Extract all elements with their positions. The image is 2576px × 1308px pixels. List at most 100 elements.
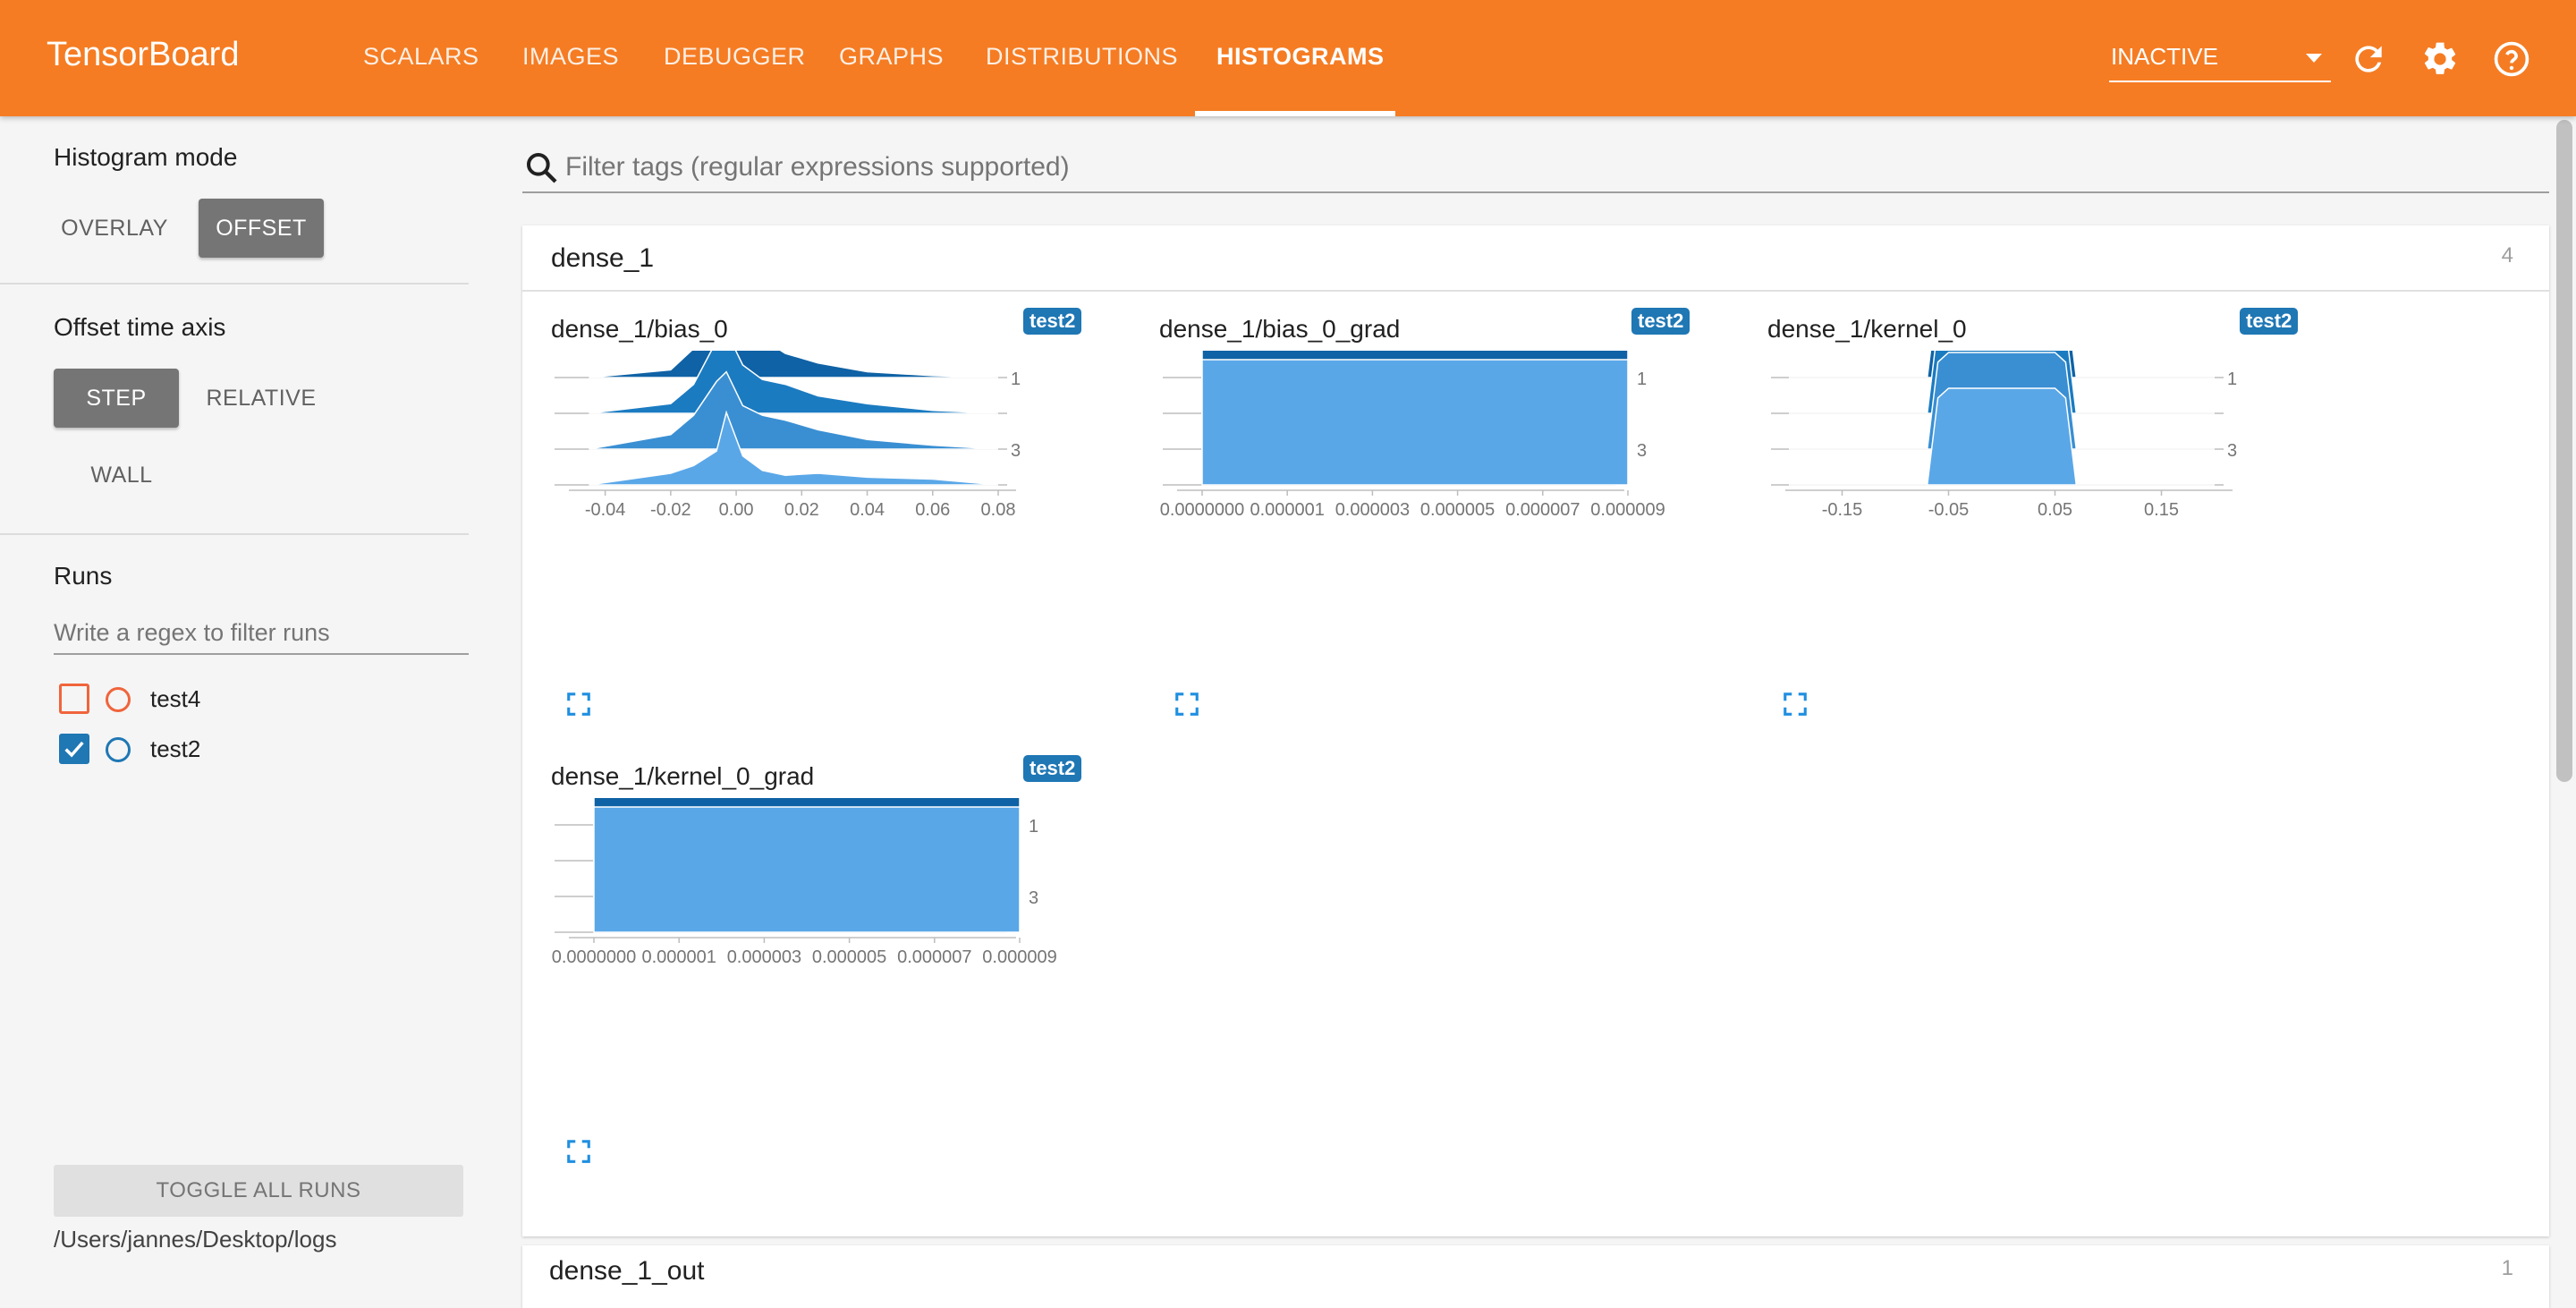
axis-relative-button[interactable]: RELATIVE — [195, 369, 327, 428]
x-tick-label: 0.0000000 — [1160, 500, 1245, 520]
axis-step-button[interactable]: STEP — [54, 369, 179, 428]
run-badge: test2 — [1631, 308, 1690, 335]
run-badge: test2 — [1023, 308, 1082, 335]
fullscreen-expand-icon[interactable] — [565, 691, 592, 718]
step-tick-label: 3 — [1011, 441, 1021, 461]
tab-scalars[interactable]: SCALARS — [363, 43, 479, 71]
x-tick-label: -0.15 — [1822, 500, 1863, 520]
search-icon — [527, 153, 557, 183]
x-tick-label: 0.000001 — [1250, 500, 1324, 520]
x-tick-label: 0.000003 — [727, 947, 801, 967]
help-icon[interactable] — [2492, 39, 2531, 79]
fullscreen-expand-icon[interactable] — [1174, 691, 1200, 718]
histogram-card: dense_1/bias_0_grad test2 0.0000000 0.000… — [1131, 308, 1690, 762]
x-tick-label: -0.04 — [585, 500, 626, 520]
x-tick-label: 0.08 — [981, 500, 1016, 520]
run-name: test4 — [150, 685, 201, 712]
x-tick-label: 0.0000000 — [552, 947, 637, 967]
histogram-chart: -0.15 -0.05 0.05 0.15 1 3 — [1771, 351, 2237, 520]
step-tick-label: 1 — [2227, 369, 2237, 389]
active-tab-indicator — [1195, 111, 1395, 116]
checkmark-icon — [64, 741, 84, 758]
x-tick-label: 0.000009 — [1590, 500, 1665, 520]
tab-distributions[interactable]: DISTRIBUTIONS — [986, 43, 1178, 71]
sidebar-divider — [0, 533, 469, 535]
step-tick-label: 1 — [1637, 369, 1647, 389]
axis-wall-button[interactable]: WALL — [59, 446, 184, 505]
run-badge: test2 — [1023, 755, 1082, 782]
x-tick-label: 0.000007 — [1505, 500, 1580, 520]
offset-time-axis-label: Offset time axis — [54, 313, 226, 341]
run-badge: test2 — [2240, 308, 2299, 335]
histogram-card-title: dense_1/bias_0_grad — [1159, 315, 1401, 343]
histogram-chart: 0.0000000 0.000001 0.000003 0.000005 0.00000… — [552, 798, 1057, 967]
histogram-mode-label: Histogram mode — [54, 143, 238, 171]
tag-group-count: 4 — [2501, 243, 2513, 268]
runs-label: Runs — [54, 562, 113, 590]
refresh-icon[interactable] — [2349, 39, 2388, 79]
step-tick-label: 1 — [1029, 817, 1038, 837]
x-tick-label: 0.04 — [850, 500, 885, 520]
sidebar: Histogram mode OVERLAY OFFSET Offset tim… — [0, 116, 501, 1294]
tag-group-header[interactable]: dense_1 4 — [522, 225, 2549, 292]
histogram-card: dense_1/kernel_0_grad test2 0.0000000 0.0… — [522, 755, 1082, 1210]
run-status-value: INACTIVE — [2111, 43, 2218, 70]
mode-offset-button[interactable]: OFFSET — [199, 199, 324, 258]
histogram-card-title: dense_1/kernel_0 — [1767, 315, 1967, 343]
mode-overlay-button[interactable]: OVERLAY — [50, 199, 179, 258]
x-tick-label: 0.000005 — [812, 947, 886, 967]
histogram-chart: -0.04 -0.02 0.00 0.02 0.04 0.06 0.08 1 3 — [555, 351, 1021, 520]
fullscreen-expand-icon[interactable] — [1782, 691, 1809, 718]
x-tick-label: 0.15 — [2144, 500, 2179, 520]
scrollbar-thumb[interactable] — [2556, 120, 2572, 782]
run-checkbox[interactable] — [59, 684, 89, 714]
histogram-card-title: dense_1/bias_0 — [551, 315, 728, 343]
tag-group-title: dense_1_out — [549, 1256, 705, 1286]
tab-graphs[interactable]: GRAPHS — [839, 43, 944, 71]
histogram-card: dense_1/bias_0 test2 -0.04 -0.02 0.00 0.02 0… — [522, 308, 1082, 762]
histogram-card: dense_1/kernel_0 test2 -0.15 -0.05 0.05 0.1… — [1739, 308, 2299, 762]
tab-debugger[interactable]: DEBUGGER — [664, 43, 806, 71]
run-name: test2 — [150, 735, 201, 762]
top-app-bar: TensorBoard SCALARS IMAGES DEBUGGER GRAP… — [0, 0, 2576, 116]
step-tick-label: 3 — [2227, 441, 2237, 461]
log-directory: /Users/jannes/Desktop/logs — [54, 1226, 337, 1253]
x-tick-label: -0.02 — [650, 500, 691, 520]
tab-histograms[interactable]: HISTOGRAMS — [1216, 43, 1385, 71]
run-status-dropdown[interactable]: INACTIVE — [2109, 38, 2331, 82]
runs-filter-placeholder: Write a regex to filter runs — [54, 619, 330, 646]
histogram-card-title: dense_1/kernel_0_grad — [551, 762, 815, 790]
tag-group-panel: dense_1 4 dense_1/bias_0 test2 -0.04 -0.0… — [522, 225, 2549, 1236]
x-tick-label: 0.02 — [784, 500, 819, 520]
histogram-chart: 0.0000000 0.000001 0.000003 0.000005 0.00000… — [1160, 351, 1665, 520]
app-title: TensorBoard — [47, 36, 240, 73]
tag-group-title: dense_1 — [551, 243, 655, 273]
tag-filter-input[interactable]: Filter tags (regular expressions support… — [522, 141, 2549, 193]
chevron-down-icon — [2306, 54, 2322, 63]
x-tick-label: 0.000001 — [641, 947, 716, 967]
x-tick-label: 0.000009 — [982, 947, 1056, 967]
settings-gear-icon[interactable] — [2420, 39, 2460, 79]
tag-filter-placeholder: Filter tags (regular expressions support… — [565, 152, 1070, 182]
toggle-all-runs-button[interactable]: TOGGLE ALL RUNS — [54, 1165, 463, 1217]
x-tick-label: 0.05 — [2038, 500, 2072, 520]
histogram-step-area — [593, 806, 1021, 933]
x-tick-label: 0.00 — [719, 500, 754, 520]
run-color-dot — [106, 737, 131, 762]
tab-images[interactable]: IMAGES — [522, 43, 619, 71]
runs-filter-input[interactable]: Write a regex to filter runs — [54, 608, 469, 655]
histogram-step-area — [1789, 387, 2215, 486]
step-tick-label: 3 — [1637, 441, 1647, 461]
run-checkbox[interactable] — [59, 734, 89, 764]
tag-group-count: 1 — [2501, 1256, 2513, 1280]
histogram-step-area — [589, 351, 999, 378]
sidebar-divider — [0, 283, 469, 285]
step-tick-label: 1 — [1011, 369, 1021, 389]
tag-group-panel[interactable]: dense_1_out 1 — [522, 1245, 2549, 1308]
x-tick-label: 0.000007 — [897, 947, 971, 967]
x-tick-label: 0.06 — [915, 500, 950, 520]
histogram-step-area — [1201, 359, 1629, 486]
fullscreen-expand-icon[interactable] — [565, 1138, 592, 1165]
step-tick-label: 3 — [1029, 888, 1038, 908]
run-color-dot — [106, 687, 131, 712]
